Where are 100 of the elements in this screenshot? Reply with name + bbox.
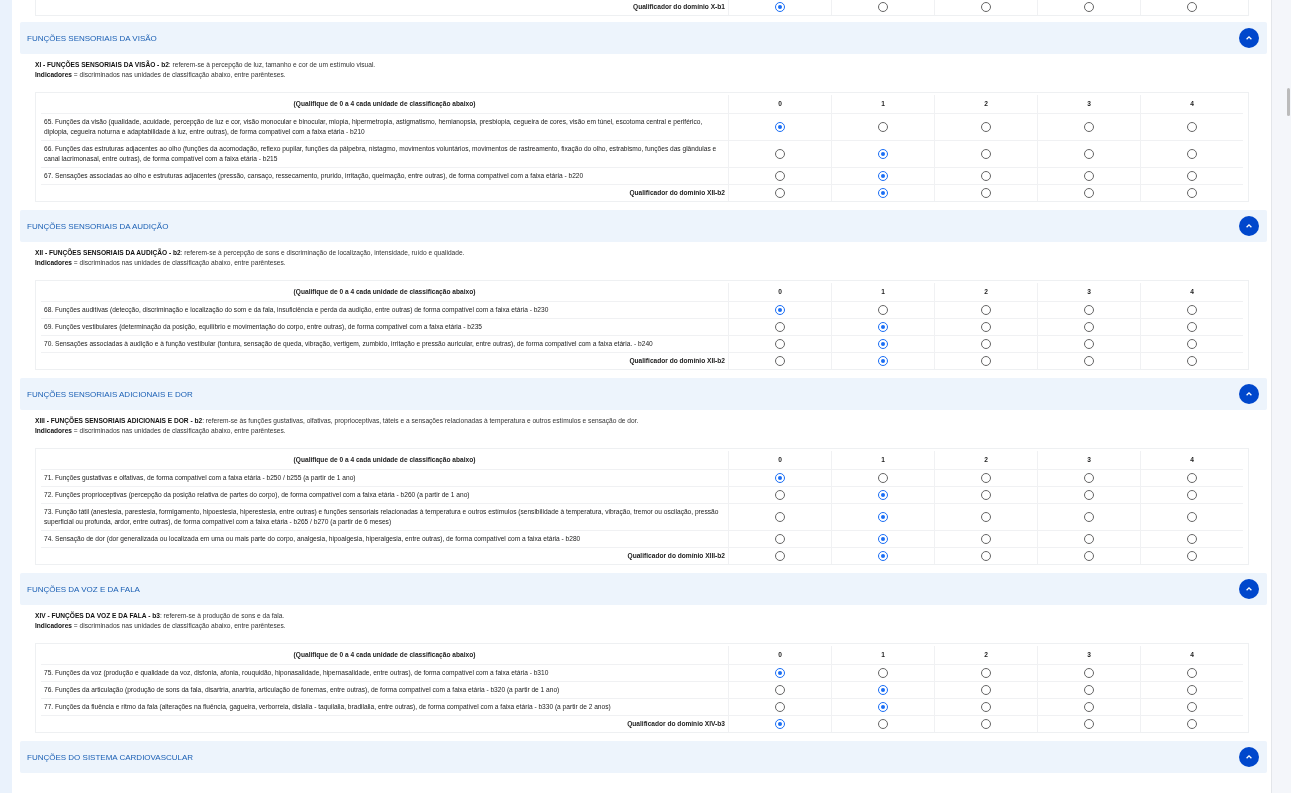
radio-button[interactable]: [878, 719, 888, 729]
radio-button[interactable]: [981, 171, 991, 181]
radio-button[interactable]: [1187, 551, 1197, 561]
radio-button[interactable]: [1084, 322, 1094, 332]
radio-button[interactable]: [1187, 685, 1197, 695]
section-header[interactable]: FUNÇÕES SENSORIAIS DA AUDIÇÃO: [20, 210, 1267, 242]
radio-button[interactable]: [981, 551, 991, 561]
radio-button[interactable]: [775, 2, 785, 12]
radio-button[interactable]: [981, 512, 991, 522]
collapse-button[interactable]: [1239, 747, 1259, 767]
radio-button[interactable]: [878, 322, 888, 332]
radio-button[interactable]: [1084, 339, 1094, 349]
radio-button[interactable]: [878, 702, 888, 712]
radio-button[interactable]: [775, 534, 785, 544]
radio-button[interactable]: [1187, 473, 1197, 483]
section-header[interactable]: FUNÇÕES DA VOZ E DA FALA: [20, 573, 1267, 605]
collapse-button[interactable]: [1239, 384, 1259, 404]
radio-button[interactable]: [775, 122, 785, 132]
radio-button[interactable]: [981, 122, 991, 132]
radio-button[interactable]: [1187, 188, 1197, 198]
radio-button[interactable]: [775, 490, 785, 500]
radio-button[interactable]: [1084, 490, 1094, 500]
radio-button[interactable]: [878, 339, 888, 349]
radio-button[interactable]: [1084, 668, 1094, 678]
radio-button[interactable]: [1084, 719, 1094, 729]
collapse-button[interactable]: [1239, 28, 1259, 48]
radio-button[interactable]: [981, 2, 991, 12]
scrollbar[interactable]: [1271, 0, 1291, 793]
radio-button[interactable]: [775, 305, 785, 315]
section-header[interactable]: FUNÇÕES DO SISTEMA CARDIOVASCULAR: [20, 741, 1267, 773]
radio-button[interactable]: [1084, 534, 1094, 544]
radio-button[interactable]: [1187, 339, 1197, 349]
radio-button[interactable]: [775, 512, 785, 522]
radio-button[interactable]: [981, 473, 991, 483]
radio-button[interactable]: [775, 685, 785, 695]
radio-button[interactable]: [1084, 551, 1094, 561]
radio-button[interactable]: [1187, 702, 1197, 712]
radio-button[interactable]: [1084, 702, 1094, 712]
radio-button[interactable]: [878, 668, 888, 678]
radio-button[interactable]: [981, 534, 991, 544]
radio-button[interactable]: [878, 534, 888, 544]
radio-button[interactable]: [878, 305, 888, 315]
radio-button[interactable]: [1187, 171, 1197, 181]
radio-button[interactable]: [878, 188, 888, 198]
radio-button[interactable]: [775, 356, 785, 366]
radio-button[interactable]: [878, 2, 888, 12]
radio-button[interactable]: [775, 171, 785, 181]
radio-button[interactable]: [981, 322, 991, 332]
radio-button[interactable]: [981, 719, 991, 729]
radio-button[interactable]: [981, 305, 991, 315]
radio-button[interactable]: [1187, 719, 1197, 729]
radio-button[interactable]: [775, 322, 785, 332]
radio-button[interactable]: [981, 356, 991, 366]
radio-button[interactable]: [1187, 322, 1197, 332]
radio-button[interactable]: [1187, 668, 1197, 678]
radio-button[interactable]: [878, 356, 888, 366]
radio-button[interactable]: [981, 685, 991, 695]
radio-button[interactable]: [1187, 149, 1197, 159]
radio-button[interactable]: [775, 473, 785, 483]
radio-button[interactable]: [1187, 305, 1197, 315]
radio-button[interactable]: [1187, 122, 1197, 132]
radio-button[interactable]: [1187, 490, 1197, 500]
radio-button[interactable]: [1084, 305, 1094, 315]
radio-button[interactable]: [1084, 685, 1094, 695]
radio-button[interactable]: [775, 702, 785, 712]
radio-button[interactable]: [775, 339, 785, 349]
radio-button[interactable]: [878, 685, 888, 695]
collapse-button[interactable]: [1239, 216, 1259, 236]
radio-button[interactable]: [878, 171, 888, 181]
radio-button[interactable]: [775, 668, 785, 678]
radio-button[interactable]: [981, 188, 991, 198]
section-header[interactable]: FUNÇÕES SENSORIAIS DA VISÃO: [20, 22, 1267, 54]
radio-button[interactable]: [775, 149, 785, 159]
radio-button[interactable]: [1084, 171, 1094, 181]
radio-button[interactable]: [981, 490, 991, 500]
radio-button[interactable]: [878, 149, 888, 159]
radio-button[interactable]: [1084, 473, 1094, 483]
radio-button[interactable]: [878, 551, 888, 561]
radio-button[interactable]: [775, 188, 785, 198]
radio-button[interactable]: [1187, 512, 1197, 522]
radio-button[interactable]: [1084, 356, 1094, 366]
radio-button[interactable]: [1084, 512, 1094, 522]
radio-button[interactable]: [878, 512, 888, 522]
radio-button[interactable]: [878, 473, 888, 483]
radio-button[interactable]: [1187, 534, 1197, 544]
collapse-button[interactable]: [1239, 579, 1259, 599]
radio-button[interactable]: [1084, 2, 1094, 12]
radio-button[interactable]: [1187, 356, 1197, 366]
radio-button[interactable]: [1084, 122, 1094, 132]
radio-button[interactable]: [981, 668, 991, 678]
radio-button[interactable]: [981, 149, 991, 159]
section-header[interactable]: FUNÇÕES SENSORIAIS ADICIONAIS E DOR: [20, 378, 1267, 410]
radio-button[interactable]: [1187, 2, 1197, 12]
radio-button[interactable]: [775, 551, 785, 561]
radio-button[interactable]: [775, 719, 785, 729]
radio-button[interactable]: [878, 122, 888, 132]
radio-button[interactable]: [1084, 188, 1094, 198]
radio-button[interactable]: [1084, 149, 1094, 159]
radio-button[interactable]: [981, 702, 991, 712]
radio-button[interactable]: [981, 339, 991, 349]
